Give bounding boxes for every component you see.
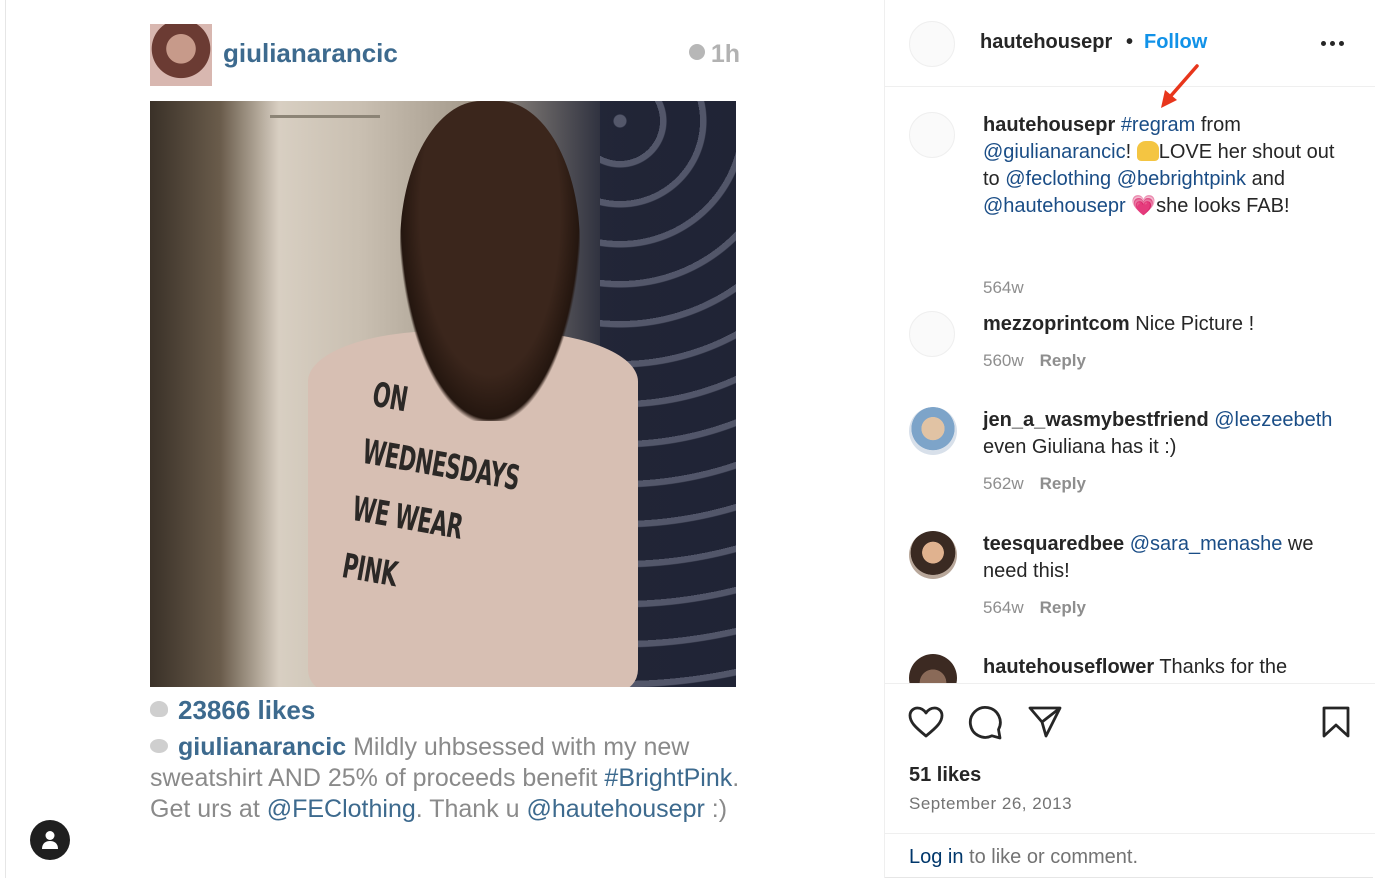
reply-button[interactable]: Reply <box>1040 351 1086 370</box>
comment-avatar[interactable] <box>909 311 955 357</box>
header-avatar[interactable] <box>909 21 955 67</box>
embedded-caption-hashtag: #BrightPink <box>604 764 733 792</box>
comment-body: teesquaredbee @sara_menashe we need this… <box>983 531 1355 585</box>
comment-username[interactable]: hautehouseflower <box>983 656 1154 678</box>
comment-body: mezzoprintcom Nice Picture ! <box>983 311 1355 338</box>
post-header: hautehousepr • Follow <box>885 0 1375 87</box>
mention-link[interactable]: @sara_menashe <box>1130 533 1283 555</box>
hashtag-regram[interactable]: #regram <box>1121 114 1195 136</box>
post-actions: 51 likes September 26, 2013 <box>885 683 1375 834</box>
raised-hands-emoji <box>1136 141 1159 161</box>
comment-time[interactable]: 560w <box>983 351 1024 370</box>
comment-avatar[interactable] <box>909 407 957 455</box>
sweatshirt-line-1: ON WEDNESDAYS <box>359 374 523 499</box>
post-side-panel: hautehousepr • Follow hautehousepr #regr… <box>884 0 1375 878</box>
embedded-caption: giulianarancic Mildly uhbsessed with my … <box>150 732 750 825</box>
reply-button[interactable]: Reply <box>1040 598 1086 617</box>
comment-username[interactable]: mezzoprintcom <box>983 313 1130 335</box>
embedded-caption-end: :) <box>704 795 728 823</box>
mention-link[interactable]: @hautehousepr <box>983 195 1126 217</box>
header-separator: • <box>1126 31 1134 53</box>
header-username[interactable]: hautehousepr <box>980 31 1112 54</box>
comment-bubble-icon <box>150 739 168 753</box>
comment-username[interactable]: jen_a_wasmybestfriend <box>983 409 1209 431</box>
follow-button[interactable]: Follow <box>1144 31 1207 54</box>
login-bar: Log in to like or comment. <box>885 833 1375 879</box>
profile-icon <box>42 831 58 849</box>
pink-heart-emoji: 💗 <box>1131 195 1157 217</box>
comment-time[interactable]: 564w <box>983 278 1024 297</box>
embedded-post-header: giulianarancic 1h <box>150 22 740 88</box>
clock-icon <box>688 44 705 60</box>
embedded-caption-mention-2: @hautehousepr <box>526 795 705 823</box>
comment-meta: 560w Reply <box>983 351 1086 371</box>
clothing-rack <box>270 115 380 158</box>
mention-link[interactable]: @feclothing <box>1005 168 1111 190</box>
comment-text: she looks FAB! <box>1156 195 1290 217</box>
embedded-likes: 23866 likes <box>150 695 315 726</box>
login-prompt: Log in to like or comment. <box>909 846 1138 869</box>
mention-link[interactable]: @bebrightpink <box>1117 168 1246 190</box>
comment-avatar[interactable] <box>909 112 955 158</box>
comment-text: Nice Picture ! <box>1129 313 1255 335</box>
post-media[interactable]: giulianarancic 1h ON WEDNESDAYS WE WEAR … <box>6 0 884 878</box>
reply-button[interactable]: Reply <box>1040 474 1086 493</box>
heart-icon[interactable] <box>907 705 945 739</box>
comment-text: from <box>1195 114 1241 136</box>
comment-time[interactable]: 564w <box>983 598 1024 617</box>
comment-avatar[interactable] <box>909 531 957 579</box>
embedded-time-text: 1h <box>710 40 740 68</box>
comment-username[interactable]: hautehousepr <box>983 114 1115 136</box>
comment-avatar[interactable] <box>909 654 957 683</box>
mention-link[interactable]: @giulianarancic <box>983 141 1126 163</box>
embedded-username: giulianarancic <box>223 38 398 68</box>
post-date[interactable]: September 26, 2013 <box>909 794 1072 814</box>
comment-time[interactable]: 562w <box>983 474 1024 493</box>
profile-button[interactable] <box>30 820 70 860</box>
embedded-caption-text-3: . Thank u <box>415 795 520 823</box>
comment-body: hautehousepr #regram from @giulianaranci… <box>983 112 1355 220</box>
embedded-caption-user: giulianarancic <box>178 733 347 761</box>
login-link[interactable]: Log in <box>909 846 964 868</box>
comment-text: even Giuliana has it :) <box>983 436 1177 458</box>
embedded-avatar <box>150 24 212 86</box>
comment-text: Thanks for the <box>1154 656 1288 678</box>
mention-link[interactable]: @leezeebeth <box>1214 409 1332 431</box>
comment-body: hautehouseflower Thanks for the <box>983 654 1355 681</box>
embedded-photo: ON WEDNESDAYS WE WEAR PINK <box>150 101 736 687</box>
comment-username[interactable]: teesquaredbee <box>983 533 1124 555</box>
comments-list[interactable]: hautehousepr #regram from @giulianaranci… <box>885 87 1375 683</box>
share-icon[interactable] <box>1027 705 1063 739</box>
bookmark-icon[interactable] <box>1321 705 1351 739</box>
login-text: to like or comment. <box>963 846 1139 868</box>
likes-count[interactable]: 51 likes <box>909 764 981 787</box>
person-hair <box>400 101 580 421</box>
embedded-timestamp: 1h <box>688 40 740 69</box>
embedded-likes-text: 23866 likes <box>178 695 316 725</box>
comment-meta: 564w Reply <box>983 598 1086 618</box>
sweatshirt-line-2: WE WEAR PINK <box>339 489 466 596</box>
more-options-button[interactable] <box>1321 32 1347 52</box>
comment-text: and <box>1246 168 1285 190</box>
comment-meta: 564w <box>983 278 1024 298</box>
heart-icon <box>150 701 168 717</box>
comment-text: ! <box>1125 141 1137 163</box>
comment-meta: 562w Reply <box>983 474 1086 494</box>
comment-body: jen_a_wasmybestfriend @leezeebeth even G… <box>983 407 1355 461</box>
embedded-caption-mention-1: @FEClothing <box>266 795 416 823</box>
comment-icon[interactable] <box>967 705 1003 741</box>
